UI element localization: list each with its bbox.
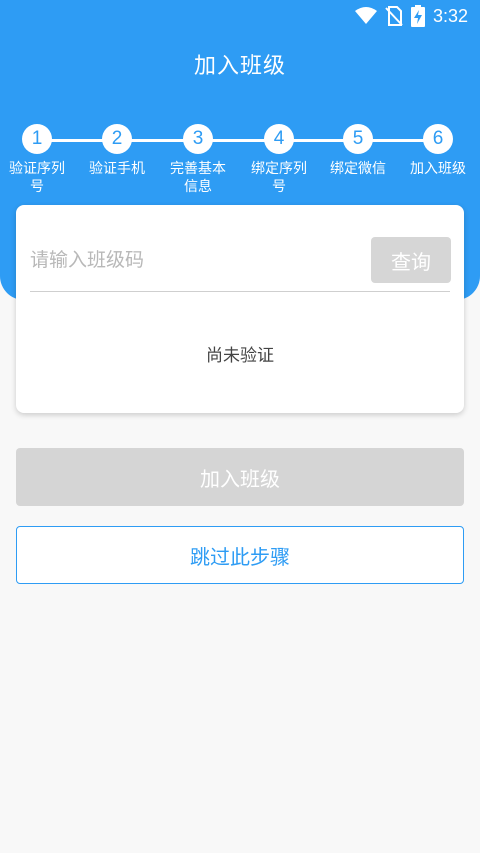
no-sim-icon <box>385 6 403 26</box>
join-class-button[interactable]: 加入班级 <box>16 448 464 506</box>
step-2: 2 验证手机 <box>81 124 153 178</box>
stepper: 1 验证序列号 2 验证手机 3 完善基本信息 4 绑定序列号 5 绑定微信 6… <box>0 124 480 204</box>
step-label: 完善基本信息 <box>170 161 226 195</box>
input-underline <box>30 291 450 292</box>
join-class-screen: 3:32 加入班级 1 验证序列号 2 验证手机 3 完善基本信息 4 绑定序列… <box>0 0 480 853</box>
step-6: 6 加入班级 <box>402 124 474 178</box>
step-number: 3 <box>183 124 213 154</box>
status-bar: 3:32 <box>0 0 480 32</box>
class-code-input[interactable] <box>30 237 360 283</box>
step-3: 3 完善基本信息 <box>162 124 234 196</box>
step-5: 5 绑定微信 <box>322 124 394 178</box>
verification-status: 尚未验证 <box>206 346 274 366</box>
step-number: 6 <box>423 124 453 154</box>
step-number: 1 <box>22 124 52 154</box>
step-label: 绑定微信 <box>330 161 386 177</box>
skip-step-button[interactable]: 跳过此步骤 <box>16 526 464 584</box>
query-button[interactable]: 查询 <box>371 237 451 283</box>
step-label: 验证手机 <box>89 161 145 177</box>
battery-charging-icon <box>410 5 425 27</box>
status-time: 3:32 <box>432 5 468 26</box>
page-title: 加入班级 <box>193 54 286 79</box>
step-label: 绑定序列号 <box>251 161 307 195</box>
wifi-icon <box>354 7 377 25</box>
step-number: 2 <box>102 124 132 154</box>
step-1: 1 验证序列号 <box>1 124 73 196</box>
class-code-card: 查询 尚未验证 <box>16 205 464 413</box>
step-label: 验证序列号 <box>9 161 65 195</box>
step-label: 加入班级 <box>410 161 466 177</box>
step-4: 4 绑定序列号 <box>243 124 315 196</box>
step-number: 4 <box>264 124 294 154</box>
step-number: 5 <box>343 124 373 154</box>
